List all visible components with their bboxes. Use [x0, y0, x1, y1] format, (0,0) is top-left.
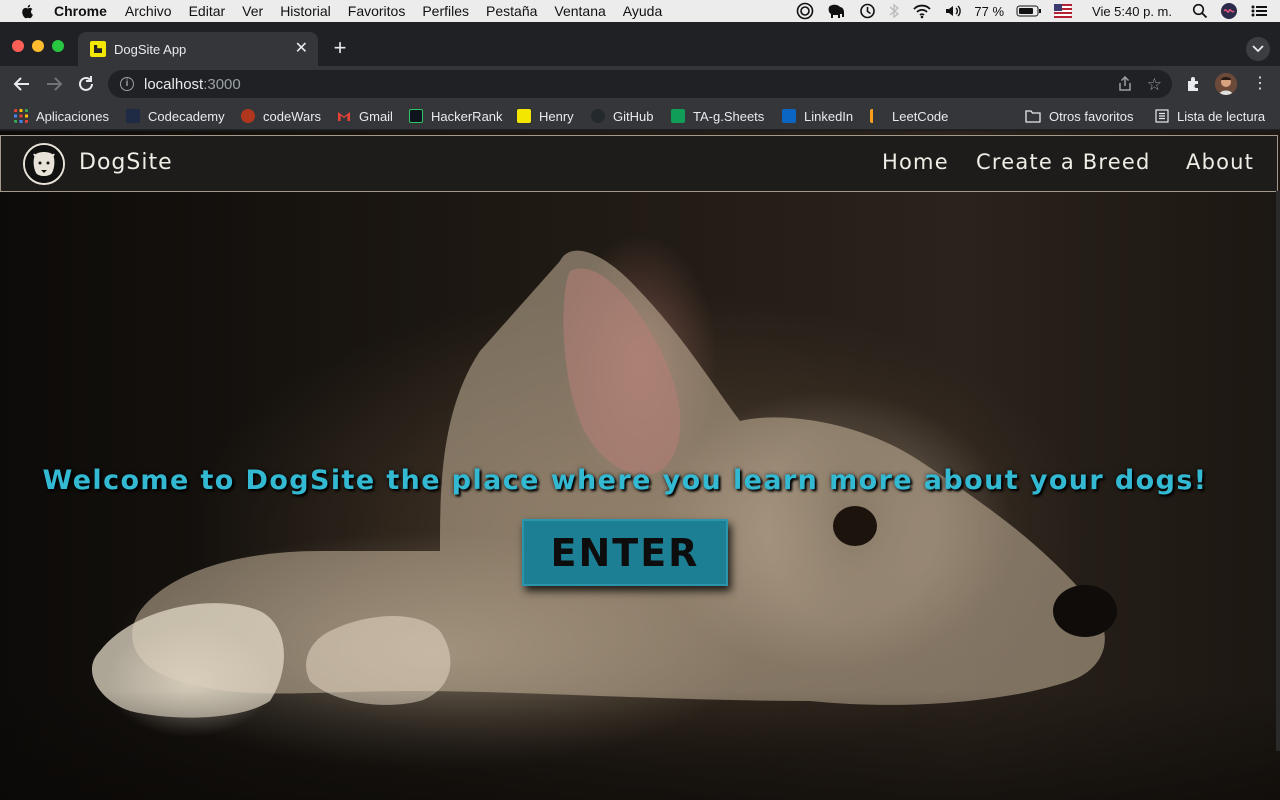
- bookmark-label: Lista de lectura: [1177, 108, 1266, 124]
- leetcode-icon: [870, 109, 884, 123]
- bookmark-ta-gsheets[interactable]: TA-g.Sheets: [671, 108, 764, 124]
- bookmark-otros-favoritos[interactable]: Otros favoritos: [1025, 108, 1134, 124]
- site-info-icon[interactable]: i: [120, 77, 134, 91]
- codewars-icon: [241, 109, 255, 123]
- clock[interactable]: Vie 5:40 p. m.: [1092, 4, 1172, 19]
- avatar-image: [1215, 73, 1237, 95]
- tab-search-button[interactable]: [1246, 37, 1270, 61]
- bookmark-codecademy[interactable]: Codecademy: [126, 108, 225, 124]
- henry-icon: [517, 109, 531, 123]
- profile-avatar[interactable]: [1215, 73, 1237, 95]
- control-center-icon[interactable]: [1250, 4, 1268, 18]
- bookmark-leetcode[interactable]: LeetCode: [870, 108, 948, 124]
- wifi-icon[interactable]: [912, 3, 932, 19]
- page-scrollbar[interactable]: [1276, 191, 1280, 751]
- apps-grid-icon: [14, 109, 28, 123]
- menubar-item-ayuda[interactable]: Ayuda: [623, 3, 662, 19]
- linkedin-icon: [782, 109, 796, 123]
- menubar-item-archivo[interactable]: Archivo: [125, 3, 172, 19]
- henry-favicon-icon: [90, 41, 106, 57]
- codecademy-icon: [126, 109, 140, 123]
- browser-toolbar: i localhost:3000 ☆ ⋮: [0, 66, 1280, 102]
- reading-list-icon: [1155, 109, 1169, 123]
- new-tab-button[interactable]: +: [328, 37, 352, 61]
- sheets-icon: [671, 109, 685, 123]
- bookmark-codewars[interactable]: codeWars: [241, 108, 321, 124]
- chevron-down-icon: [1252, 45, 1264, 53]
- forward-arrow-icon[interactable]: [44, 74, 64, 94]
- menubar-item-pestana[interactable]: Pestaña: [486, 3, 537, 19]
- menubar-item-perfiles[interactable]: Perfiles: [422, 3, 469, 19]
- reading-list-button[interactable]: Lista de lectura: [1155, 108, 1265, 124]
- battery-icon[interactable]: [1016, 5, 1042, 17]
- bookmark-hackerrank[interactable]: HackerRank: [409, 108, 503, 124]
- siri-icon[interactable]: [1220, 2, 1238, 20]
- window-zoom-button[interactable]: [52, 40, 64, 52]
- macos-menubar: Chrome Archivo Editar Ver Historial Favo…: [0, 0, 1280, 22]
- github-icon: [591, 109, 605, 123]
- window-minimize-button[interactable]: [32, 40, 44, 52]
- spotlight-search-icon[interactable]: [1192, 3, 1208, 19]
- site-navbar: DogSite Home Create a Breed About: [0, 135, 1278, 192]
- browser-tabbar: DogSite App ✕ +: [0, 22, 1280, 66]
- bookmark-label: GitHub: [613, 108, 654, 124]
- url-host: localhost: [144, 75, 204, 93]
- elephant-icon[interactable]: [826, 3, 846, 19]
- bluetooth-icon[interactable]: [888, 3, 900, 19]
- bookmark-gmail[interactable]: Gmail: [337, 108, 393, 124]
- bookmarks-bar: Aplicaciones Codecademy codeWars Gmail H…: [0, 102, 1280, 130]
- bookmark-label: HackerRank: [431, 108, 503, 124]
- bookmark-label: Henry: [539, 108, 574, 124]
- menubar-item-historial[interactable]: Historial: [280, 3, 331, 19]
- screen-recorder-icon[interactable]: [796, 2, 814, 20]
- apple-icon[interactable]: [20, 3, 36, 19]
- bookmark-henry[interactable]: Henry: [517, 108, 574, 124]
- gmail-icon: [338, 112, 350, 121]
- bookmark-label: Codecademy: [148, 108, 225, 124]
- bookmark-label: Gmail: [359, 108, 393, 124]
- tab-dogsite[interactable]: DogSite App ✕: [78, 32, 318, 66]
- window-close-button[interactable]: [12, 40, 24, 52]
- dog-logo-icon: [25, 145, 63, 183]
- bookmark-star-icon[interactable]: ☆: [1147, 75, 1162, 95]
- menubar-item-ventana[interactable]: Ventana: [554, 3, 605, 19]
- bookmark-aplicaciones[interactable]: Aplicaciones: [14, 108, 109, 124]
- bookmark-linkedin[interactable]: LinkedIn: [782, 108, 853, 124]
- hackerrank-icon: [409, 109, 423, 123]
- bookmark-label: LeetCode: [892, 108, 949, 124]
- extensions-puzzle-icon[interactable]: [1185, 75, 1203, 93]
- folder-icon: [1025, 110, 1041, 123]
- bookmark-label: LinkedIn: [804, 108, 854, 124]
- floor-shadow: [0, 691, 1280, 800]
- page-viewport: DogSite Home Create a Breed About Welcom…: [0, 131, 1280, 800]
- reload-icon[interactable]: [76, 74, 96, 94]
- tab-close-icon[interactable]: ✕: [295, 40, 308, 58]
- time-machine-icon[interactable]: [858, 2, 876, 20]
- bookmark-github[interactable]: GitHub: [591, 108, 653, 124]
- menubar-item-ver[interactable]: Ver: [242, 3, 263, 19]
- bookmark-label: TA-g.Sheets: [693, 108, 765, 124]
- nav-about[interactable]: About: [1186, 150, 1254, 174]
- bookmark-label: codeWars: [263, 108, 322, 124]
- menubar-item-favoritos[interactable]: Favoritos: [348, 3, 406, 19]
- bookmark-label: Aplicaciones: [36, 108, 109, 124]
- back-arrow-icon[interactable]: [12, 74, 32, 94]
- url-port: :3000: [203, 75, 241, 93]
- nav-home[interactable]: Home: [882, 150, 949, 174]
- site-brand[interactable]: DogSite: [79, 150, 173, 175]
- flag-us-icon[interactable]: [1054, 4, 1073, 18]
- tab-title: DogSite App: [114, 41, 187, 57]
- chrome-menu-icon[interactable]: ⋮: [1252, 74, 1268, 94]
- bookmark-label: Otros favoritos: [1049, 108, 1134, 124]
- enter-button[interactable]: ENTER: [522, 519, 728, 586]
- share-icon[interactable]: [1118, 76, 1132, 92]
- nav-create-breed[interactable]: Create a Breed: [976, 150, 1151, 174]
- battery-percent: 77 %: [974, 3, 1005, 19]
- dogsite-logo[interactable]: [23, 143, 65, 185]
- menubar-item-editar[interactable]: Editar: [189, 3, 226, 19]
- welcome-heading: Welcome to DogSite the place where you l…: [42, 465, 1208, 496]
- menubar-app-name[interactable]: Chrome: [54, 3, 107, 19]
- address-bar[interactable]: i localhost:3000 ☆: [108, 70, 1172, 98]
- volume-icon[interactable]: [944, 3, 962, 19]
